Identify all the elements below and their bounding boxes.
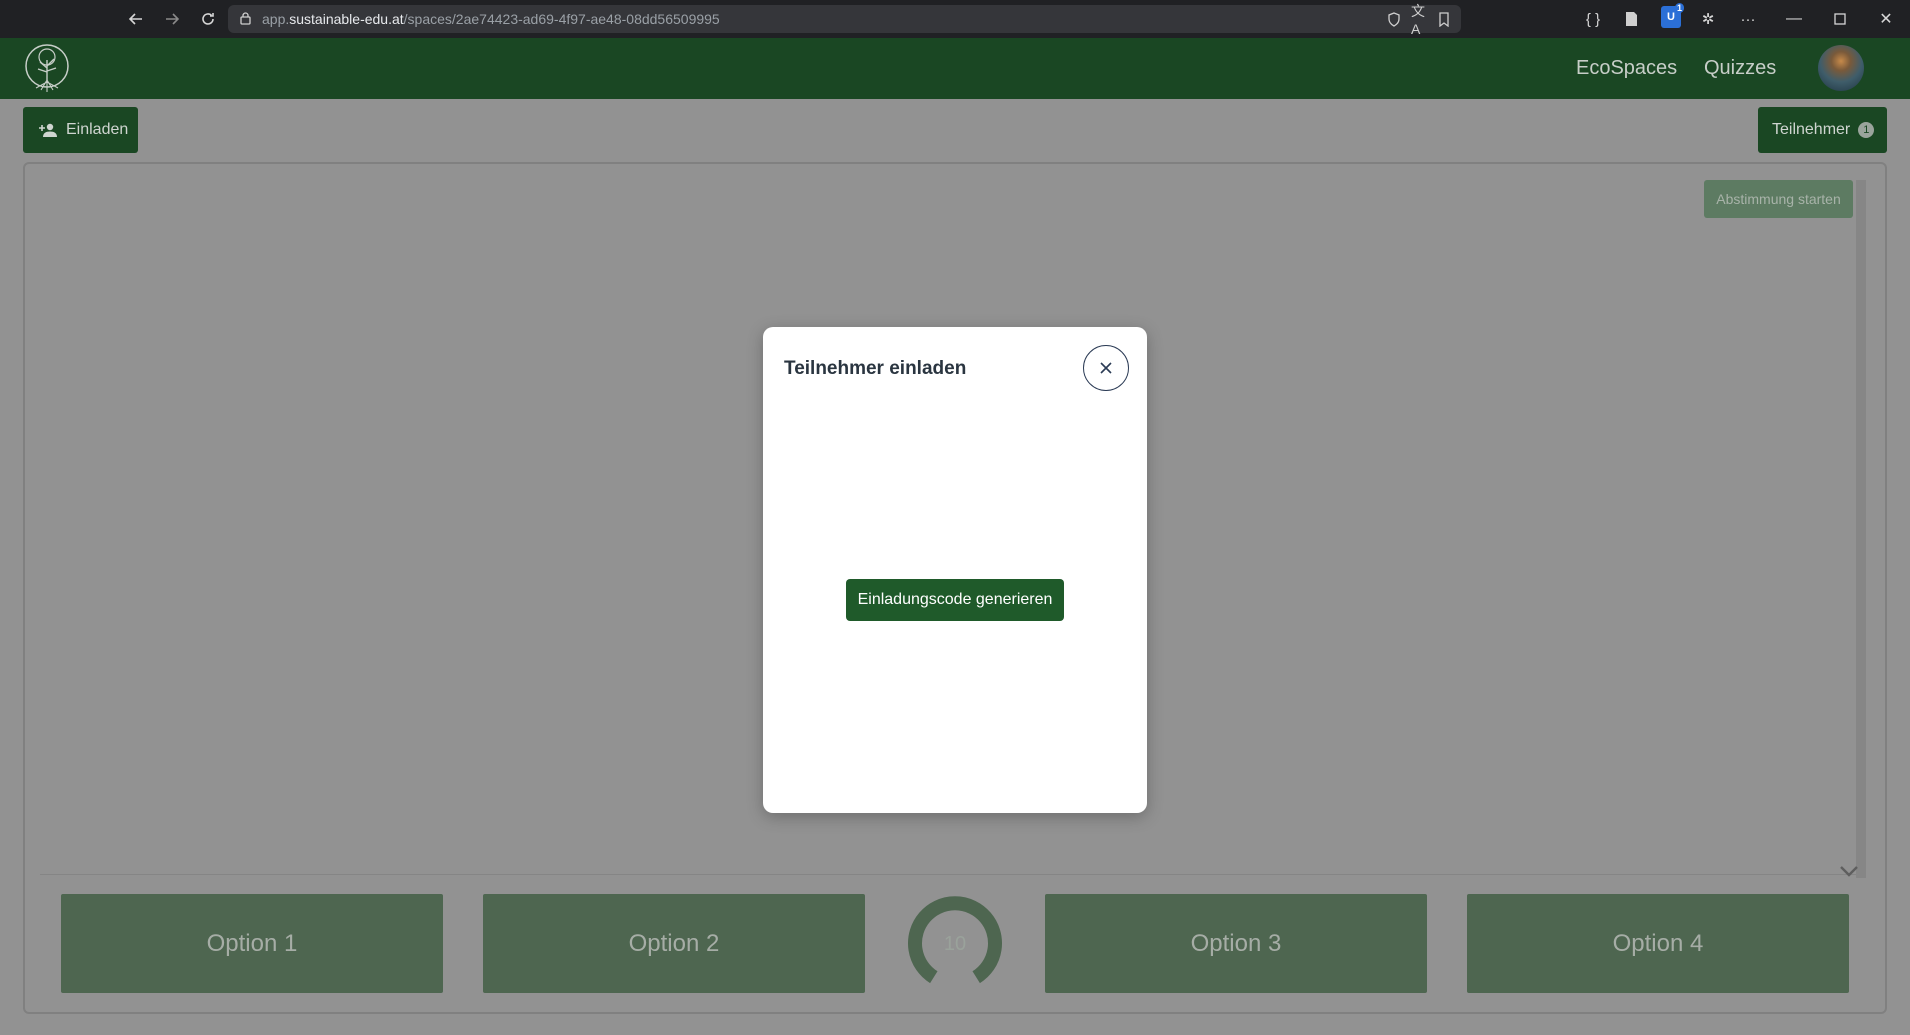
more-icon[interactable]: ··· <box>1737 8 1759 30</box>
participants-label: Teilnehmer <box>1772 121 1851 138</box>
avatar[interactable] <box>1818 45 1864 91</box>
close-icon[interactable]: ✕ <box>1866 6 1906 32</box>
generate-invite-code-button[interactable]: Einladungscode generieren <box>846 579 1064 621</box>
devtools-icon[interactable]: { } <box>1582 8 1604 30</box>
close-icon <box>1100 362 1112 374</box>
nav-ecospaces[interactable]: EcoSpaces <box>1576 57 1677 80</box>
add-person-icon <box>39 123 57 137</box>
reading-list-icon[interactable] <box>1436 11 1452 27</box>
modal-close-button[interactable] <box>1083 345 1129 391</box>
browser-chrome: app.sustainable-edu.at/spaces/2ae74423-a… <box>0 0 1910 38</box>
scrollbar[interactable] <box>1856 180 1866 878</box>
modal-title: Teilnehmer einladen <box>784 358 967 379</box>
lock-icon <box>240 12 251 25</box>
url-text: app.sustainable-edu.at/spaces/2ae74423-a… <box>262 11 720 27</box>
reload-icon[interactable] <box>196 7 220 31</box>
start-vote-button[interactable]: Abstimmung starten <box>1704 180 1853 218</box>
divider <box>40 874 1856 875</box>
page-icon[interactable] <box>1620 8 1642 30</box>
participants-button[interactable]: Teilnehmer 1 <box>1758 107 1887 153</box>
puzzle-icon[interactable]: ✲ <box>1697 8 1719 30</box>
option-2-button[interactable]: Option 2 <box>483 894 865 993</box>
extension-icon[interactable]: U1 <box>1661 3 1684 28</box>
address-bar[interactable]: app.sustainable-edu.at/spaces/2ae74423-a… <box>228 3 1461 37</box>
maximize-icon[interactable] <box>1820 6 1860 32</box>
invite-modal: Teilnehmer einladen Einladungscode gener… <box>763 327 1147 813</box>
app-viewport: EcoSpaces Quizzes Einladen Teilnehmer 1 … <box>0 38 1910 1035</box>
invite-button[interactable]: Einladen <box>23 107 138 153</box>
minimize-icon[interactable]: — <box>1774 6 1814 32</box>
option-4-button[interactable]: Option 4 <box>1467 894 1849 993</box>
forward-icon[interactable] <box>160 7 184 31</box>
option-1-button[interactable]: Option 1 <box>61 894 443 993</box>
back-icon[interactable] <box>124 7 148 31</box>
tree-logo-icon[interactable] <box>22 42 72 94</box>
chevron-down-icon[interactable] <box>1838 864 1860 878</box>
translate-icon[interactable]: 文A <box>1411 3 1427 37</box>
invite-label: Einladen <box>66 121 129 138</box>
shield-icon[interactable] <box>1386 11 1402 27</box>
nav-quizzes[interactable]: Quizzes <box>1704 57 1776 80</box>
top-navbar: EcoSpaces Quizzes <box>0 38 1910 99</box>
countdown-value: 10 <box>943 932 967 955</box>
participants-count-badge: 1 <box>1858 122 1875 138</box>
option-3-button[interactable]: Option 3 <box>1045 894 1427 993</box>
